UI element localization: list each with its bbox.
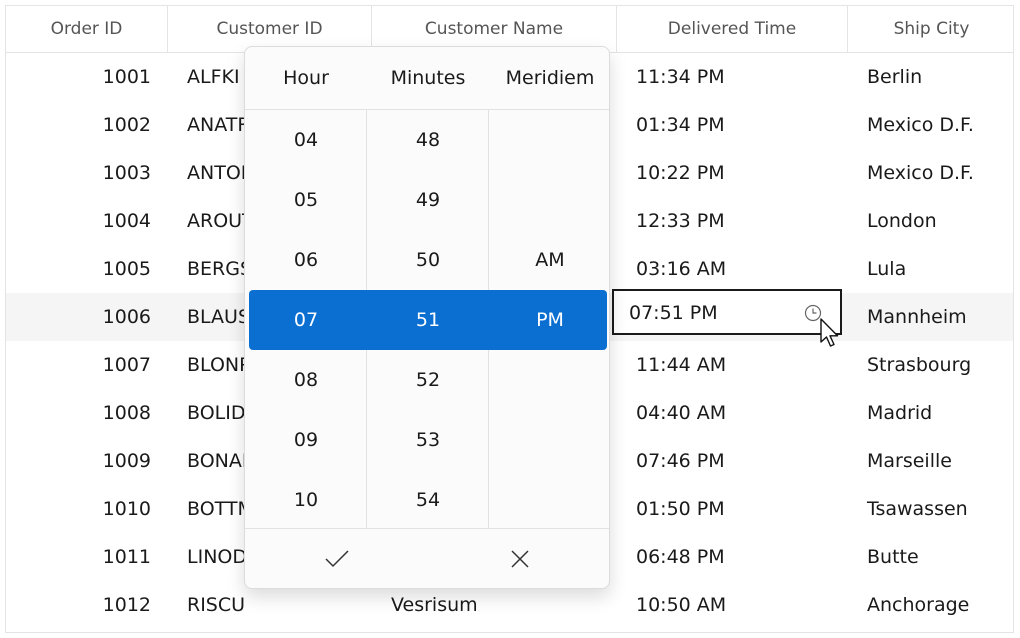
ship-city-cell[interactable]: Anchorage (848, 581, 1015, 629)
hour-option[interactable]: 06 (245, 230, 367, 290)
meridiem-option[interactable] (489, 410, 609, 470)
hour-option[interactable]: 07 (245, 290, 367, 350)
order-id-cell[interactable]: 1002 (6, 101, 168, 149)
order-id-cell[interactable]: 1006 (6, 293, 168, 341)
order-id-cell[interactable]: 1003 (6, 149, 168, 197)
hour-option[interactable]: 04 (245, 110, 367, 170)
order-id-cell[interactable]: 1011 (6, 533, 168, 581)
delivered-time-cell[interactable]: 04:40 AM (617, 389, 848, 437)
mouse-cursor-icon (820, 318, 839, 347)
minute-option[interactable]: 49 (367, 170, 489, 230)
hour-column-header: Hour (283, 67, 329, 89)
minutes-column-header: Minutes (390, 67, 466, 89)
ship-city-cell[interactable]: Mannheim (848, 293, 1015, 341)
minute-option[interactable]: 53 (367, 410, 489, 470)
minute-option[interactable]: 51 (367, 290, 489, 350)
order-id-cell[interactable]: 1007 (6, 341, 168, 389)
delivered-time-editor[interactable]: 07:51 PM (612, 289, 842, 335)
ship-city-cell[interactable]: Madrid (848, 389, 1015, 437)
meridiem-option[interactable]: PM (489, 290, 609, 350)
delivered-time-cell[interactable]: 12:33 PM (617, 197, 848, 245)
delivered-time-cell[interactable]: 07:46 PM (617, 437, 848, 485)
order-id-cell[interactable]: 1008 (6, 389, 168, 437)
delivered-time-cell[interactable]: 01:34 PM (617, 101, 848, 149)
order-id-cell[interactable]: 1005 (6, 245, 168, 293)
hour-option[interactable]: 10 (245, 470, 367, 530)
order-id-cell[interactable]: 1009 (6, 437, 168, 485)
column-header-order-id[interactable]: Order ID (6, 6, 168, 53)
minute-option[interactable]: 50 (367, 230, 489, 290)
close-icon (510, 550, 529, 568)
ship-city-cell[interactable]: Lula (848, 245, 1015, 293)
delivered-time-cell[interactable]: 11:34 PM (617, 53, 848, 101)
accept-button[interactable] (245, 529, 428, 588)
time-picker-popup: Hour Minutes Meridiem 04 05 06 07 08 09 10 48 49… (244, 46, 610, 589)
meridiem-column-header: Meridiem (505, 67, 595, 89)
meridiem-option[interactable] (489, 470, 609, 530)
minute-option[interactable]: 52 (367, 350, 489, 410)
delivered-time-editor-value[interactable]: 07:51 PM (629, 291, 718, 335)
delivered-time-cell[interactable]: 10:50 AM (617, 581, 848, 629)
minute-option[interactable]: 54 (367, 470, 489, 530)
minute-option[interactable]: 48 (367, 110, 489, 170)
hour-option[interactable]: 05 (245, 170, 367, 230)
delivered-time-cell[interactable]: 06:48 PM (617, 533, 848, 581)
meridiem-option[interactable] (489, 170, 609, 230)
hour-option[interactable]: 08 (245, 350, 367, 410)
delivered-time-cell[interactable]: 03:16 AM (617, 245, 848, 293)
ship-city-cell[interactable]: Mexico D.F. (848, 101, 1015, 149)
ship-city-cell[interactable]: Mexico D.F. (848, 149, 1015, 197)
delivered-time-cell[interactable]: 01:50 PM (617, 485, 848, 533)
dismiss-button[interactable] (428, 529, 609, 588)
ship-city-cell[interactable]: Strasbourg (848, 341, 1015, 389)
ship-city-cell[interactable]: Berlin (848, 53, 1015, 101)
column-header-delivered-time[interactable]: Delivered Time (617, 6, 848, 53)
ship-city-cell[interactable]: Butte (848, 533, 1015, 581)
meridiem-option[interactable]: AM (489, 230, 609, 290)
order-id-cell[interactable]: 1004 (6, 197, 168, 245)
meridiem-option[interactable] (489, 110, 609, 170)
column-header-ship-city[interactable]: Ship City (848, 6, 1015, 53)
meridiem-option[interactable] (489, 350, 609, 410)
order-id-cell[interactable]: 1010 (6, 485, 168, 533)
delivered-time-cell[interactable]: 10:22 PM (617, 149, 848, 197)
order-id-cell[interactable]: 1012 (6, 581, 168, 629)
hour-option[interactable]: 09 (245, 410, 367, 470)
ship-city-cell[interactable]: Tsawassen (848, 485, 1015, 533)
ship-city-cell[interactable]: Marseille (848, 437, 1015, 485)
order-id-cell[interactable]: 1001 (6, 53, 168, 101)
delivered-time-cell[interactable]: 11:44 AM (617, 341, 848, 389)
ship-city-cell[interactable]: London (848, 197, 1015, 245)
checkmark-icon (324, 550, 349, 568)
